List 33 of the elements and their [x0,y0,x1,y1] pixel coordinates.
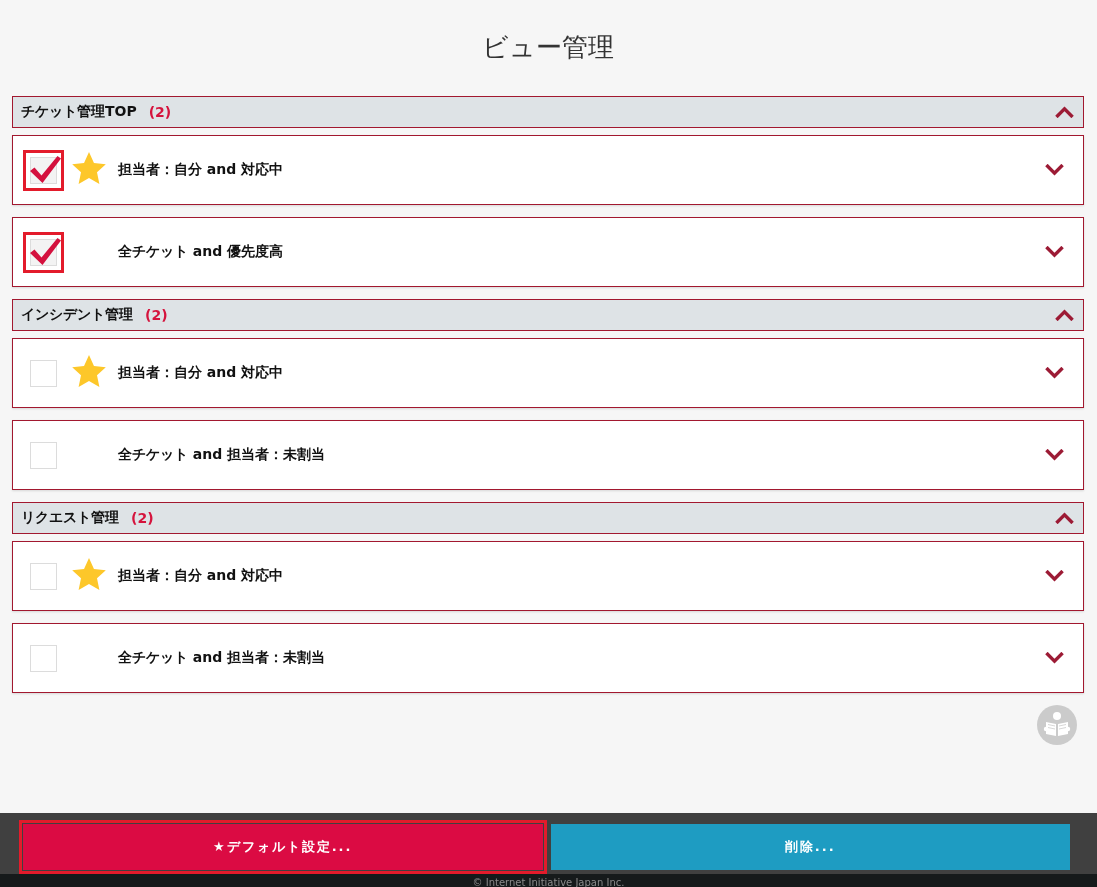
checkbox[interactable] [30,562,57,590]
chevron-up-icon[interactable] [1055,309,1074,321]
delete-button[interactable]: 削除... [550,824,1070,870]
default-setting-button[interactable]: ★デフォルト設定... [23,824,543,870]
star-icon[interactable] [72,558,106,590]
view-name: 全チケット and 担当者：未割当 [118,649,327,667]
chevron-up-icon[interactable] [1055,106,1074,118]
chevron-down-icon[interactable] [1045,367,1064,379]
chevron-down-icon[interactable] [1045,449,1064,461]
view-name: 全チケット and 担当者：未割当 [118,446,327,464]
chevron-up-icon[interactable] [1055,512,1074,524]
view-name: 全チケット and 優先度高 [118,243,285,261]
chevron-down-icon[interactable] [1045,570,1064,582]
checkbox[interactable] [30,237,61,266]
group-title: リクエスト管理 [21,509,119,527]
view-name: 担当者：自分 and 対応中 [118,161,285,179]
group-title: チケット管理TOP [21,103,137,121]
group-title: インシデント管理 [21,306,133,324]
checkbox[interactable] [30,441,57,469]
checkbox[interactable] [30,359,57,387]
star-icon[interactable] [72,355,106,387]
view-name: 担当者：自分 and 対応中 [118,567,285,585]
chevron-down-icon[interactable] [1045,652,1064,664]
group-count: (2) [131,510,155,526]
page-title: ビュー管理 [482,32,614,64]
group-count: (2) [145,307,169,323]
checkbox[interactable] [30,644,57,672]
view-name: 担当者：自分 and 対応中 [118,364,285,382]
star-icon[interactable] [72,152,106,184]
chevron-down-icon[interactable] [1045,246,1064,258]
chevron-down-icon[interactable] [1045,164,1064,176]
checkbox[interactable] [30,155,61,184]
group-count: (2) [148,104,173,120]
